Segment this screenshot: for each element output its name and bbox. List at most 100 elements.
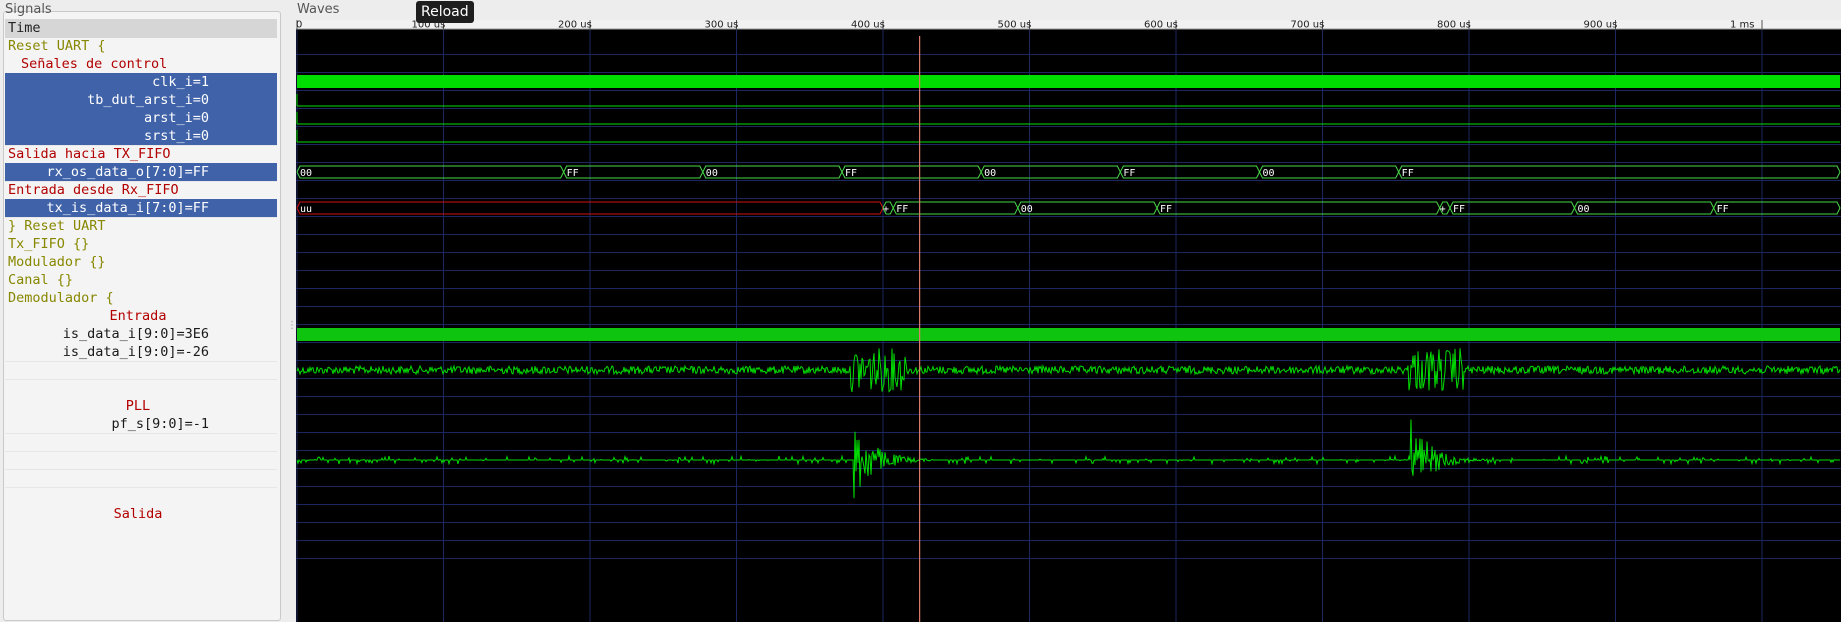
signal-label: Señales de control (21, 56, 168, 72)
rx_os_data_o-bus-waveform[interactable]: 00 FF 00 FF 00 FF 00 FF (296, 165, 1841, 179)
signal-label: Demodulador { (8, 290, 114, 306)
signal-group-row[interactable]: Modulador {} (5, 253, 277, 272)
srst_i-waveform[interactable] (296, 130, 1840, 143)
signal-blank-row[interactable] (5, 487, 277, 506)
signal-label: PLL (125, 398, 151, 414)
signal-label: Reset UART { (8, 38, 106, 54)
bus-segment (1574, 201, 1715, 215)
clk-waveform[interactable] (297, 75, 1840, 88)
signal-comment-row[interactable]: Entrada (5, 307, 277, 326)
bus-segment (1017, 201, 1158, 215)
signal-label: Salida (113, 506, 163, 522)
signal-group-row[interactable]: Tx_FIFO {} (5, 235, 277, 254)
signal-row[interactable]: rx_os_data_o[7:0]=FF (5, 163, 277, 182)
signal-blank-row[interactable] (5, 469, 277, 488)
signal-label: arst_i=0 (143, 110, 209, 126)
signals-pane: Signals Time Reset UART { Señales de contr… (0, 0, 282, 622)
signal-blank-row[interactable] (5, 433, 277, 452)
signal-group-row[interactable]: Canal {} (5, 271, 277, 290)
bus-value-label: FF (845, 168, 857, 179)
bus-value-label: FF (567, 168, 579, 179)
bus-segment (1259, 165, 1400, 179)
time-tick-label: 500 us (998, 20, 1032, 31)
time-row[interactable]: Time (5, 19, 277, 38)
signal-row[interactable]: tx_is_data_i[7:0]=FF (5, 199, 277, 218)
bus-segment (841, 165, 982, 179)
signal-label: Time (8, 20, 41, 36)
bus-value-label: uu (300, 204, 312, 215)
is-data-analog-waveform[interactable] (296, 348, 1841, 393)
bus-value-label: FF (1160, 204, 1172, 215)
tb_dut_arst_i-waveform[interactable] (296, 94, 1840, 107)
signal-comment-row[interactable]: PLL (5, 397, 277, 416)
bus-value-label: + (1440, 204, 1446, 215)
signal-label: pf_s[9:0]=-1 (111, 416, 209, 432)
bus-value-label: 00 (1021, 204, 1033, 215)
time-grid (296, 30, 1841, 622)
signal-blank-row[interactable] (5, 451, 277, 470)
signal-blank-row[interactable] (5, 361, 277, 380)
time-tick-label: 0 (296, 20, 302, 31)
signal-comment-row[interactable]: Señales de control (5, 55, 277, 74)
tx_is_data_i-bus-waveform[interactable]: uu + FF 00 FF + FF 00 FF (296, 201, 1841, 215)
bus-value-label: FF (896, 204, 908, 215)
signal-label: rx_os_data_o[7:0]=FF (46, 164, 209, 180)
waveform-svg[interactable]: 0 100 us 200 us 300 us 400 us 500 us 600 us 700… (296, 20, 1841, 622)
signal-comment-row[interactable]: Salida hacia TX_FIFO (5, 145, 277, 164)
signal-label: is_data_i[9:0]=-26 (62, 344, 209, 360)
pane-splitter-handle[interactable]: ⋮ (282, 0, 297, 622)
arst_i-waveform[interactable] (296, 112, 1840, 125)
bus-segment (563, 165, 704, 179)
signal-row[interactable]: pf_s[9:0]=-1 (5, 415, 277, 434)
signal-label: clk_i=1 (152, 74, 209, 90)
bus-value-label: + (883, 204, 889, 215)
bus-value-label: 00 (300, 168, 312, 179)
signal-blank-row[interactable] (5, 379, 277, 398)
signal-row[interactable]: srst_i=0 (5, 127, 277, 146)
signal-row[interactable]: tb_dut_arst_i=0 (5, 91, 277, 110)
signal-label: Salida hacia TX_FIFO (8, 146, 171, 162)
signal-label: is_data_i[9:0]=3E6 (62, 326, 209, 342)
signal-label: Entrada (109, 308, 167, 324)
signal-group-row[interactable]: } Reset UART (5, 217, 277, 236)
waveform-canvas[interactable]: 0 100 us 200 us 300 us 400 us 500 us 600 us 700… (296, 20, 1841, 622)
signal-label: srst_i=0 (143, 128, 209, 144)
signals-pane-title: Signals (5, 2, 52, 17)
signal-label: Entrada desde Rx_FIFO (8, 182, 179, 198)
bus-segment (1156, 201, 1441, 215)
waves-pane-title: Waves (297, 2, 340, 17)
bus-segment (892, 201, 1019, 215)
bus-value-label: 00 (1577, 204, 1589, 215)
signal-label: tx_is_data_i[7:0]=FF (46, 200, 209, 216)
bus-value-label: FF (1453, 204, 1465, 215)
time-tick-label: 1 ms (1730, 20, 1755, 31)
bus-segment (296, 165, 565, 179)
time-tick-label: 400 us (851, 20, 885, 31)
time-ruler[interactable]: 0 100 us 200 us 300 us 400 us 500 us 600 us 700… (296, 20, 1841, 31)
signal-row[interactable]: clk_i=1 (5, 73, 277, 92)
bus-segment (1713, 201, 1841, 215)
signal-label: tb_dut_arst_i=0 (87, 92, 209, 108)
bus-segment (702, 165, 843, 179)
time-tick-label: 900 us (1584, 20, 1618, 31)
signal-label: } Reset UART (8, 218, 106, 234)
signal-label: Modulador {} (8, 254, 106, 270)
bus-value-label: FF (1123, 168, 1135, 179)
bus-segment (1398, 165, 1841, 179)
signal-comment-row[interactable]: Entrada desde Rx_FIFO (5, 181, 277, 200)
bus-value-label: FF (1402, 168, 1414, 179)
bus-segment (1119, 165, 1261, 179)
bus-value-label: 00 (1263, 168, 1275, 179)
signal-label: Tx_FIFO {} (8, 236, 90, 252)
signal-row[interactable]: arst_i=0 (5, 109, 277, 128)
signal-row[interactable]: is_data_i[9:0]=-26 (5, 343, 277, 362)
signal-group-row[interactable]: Reset UART { (5, 37, 277, 56)
time-tick-label: 300 us (705, 20, 739, 31)
bus-segment (980, 165, 1121, 179)
signal-row[interactable]: is_data_i[9:0]=3E6 (5, 325, 277, 344)
signal-comment-row[interactable]: Salida (5, 505, 277, 524)
time-tick-label: 800 us (1437, 20, 1471, 31)
signal-label: Canal {} (8, 272, 74, 288)
is-data-band-waveform[interactable] (297, 328, 1840, 341)
signal-group-row[interactable]: Demodulador { (5, 289, 277, 308)
